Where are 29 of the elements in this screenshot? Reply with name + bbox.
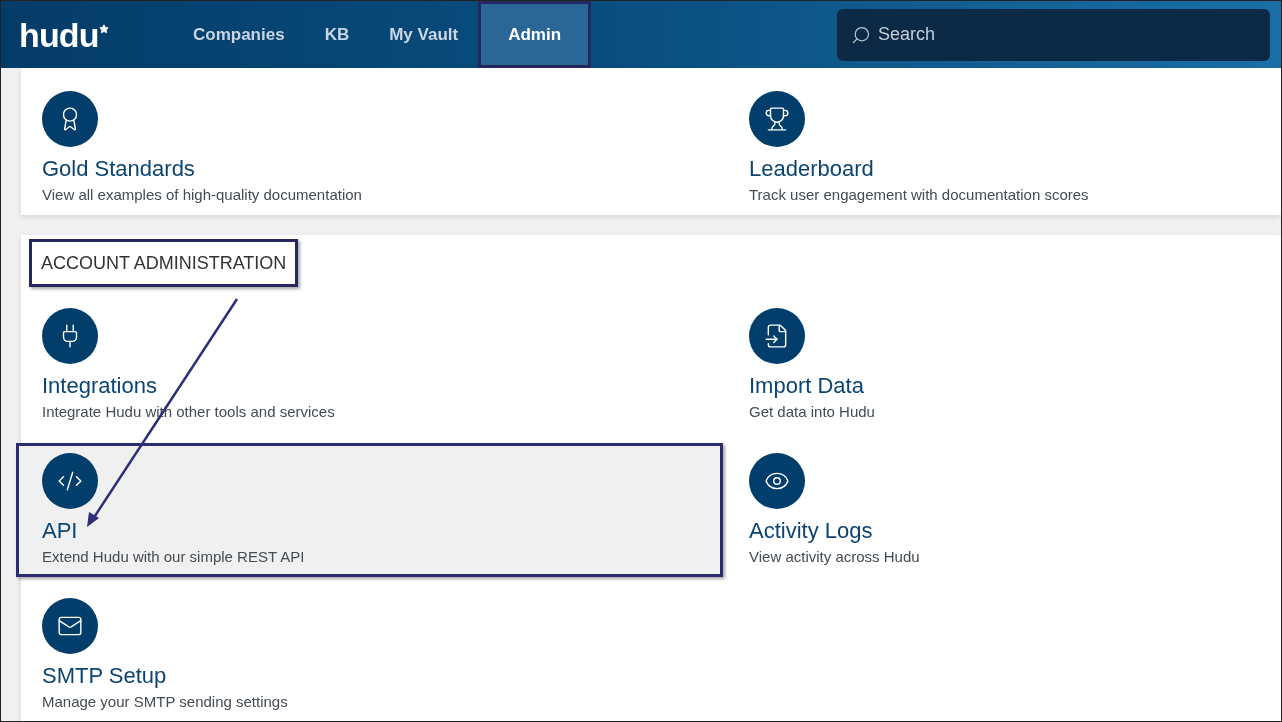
section-heading: ACCOUNT ADMINISTRATION: [29, 239, 299, 287]
logo[interactable]: hudu: [19, 17, 99, 52]
item-title: Import Data: [749, 372, 864, 400]
item-description: Get data into Hudu: [749, 402, 875, 422]
item-description: View all examples of high-quality documentation: [42, 185, 362, 205]
nav-tab[interactable]: Companies: [173, 1, 305, 68]
admin-item[interactable]: Gold Standards View all examples of high-quality documentation: [16, 81, 723, 215]
item-title: Activity Logs: [749, 517, 873, 545]
highlighted-admin-item[interactable]: API Extend Hudu with our simple REST API: [16, 443, 723, 577]
item-title: Leaderboard: [749, 155, 874, 183]
item-title: SMTP Setup: [42, 662, 167, 690]
search-field[interactable]: Search: [837, 8, 1270, 61]
admin-item[interactable]: Leaderboard Track user engagement with documentation scores: [723, 81, 1281, 215]
item-description: View activity across Hudu: [749, 547, 920, 567]
search-icon: [851, 24, 871, 45]
admin-item[interactable]: Activity Logs View activity across Hudu: [723, 443, 1281, 577]
star-icon: [98, 23, 109, 34]
item-description: Track user engagement with documentation scores: [749, 185, 1089, 205]
item-description: Extend Hudu with our simple REST API: [42, 547, 305, 567]
item-title: Gold Standards: [42, 155, 195, 183]
admin-item[interactable]: Import Data Get data into Hudu: [723, 298, 1281, 432]
item-title: API: [42, 517, 78, 545]
admin-item[interactable]: SMTP Setup Manage your SMTP sending settings: [16, 588, 723, 721]
item-title: Integrations: [42, 372, 157, 400]
nav-tab[interactable]: My Vault: [369, 1, 479, 68]
nav-tab[interactable]: Admin: [478, 1, 592, 68]
item-description: Manage your SMTP sending settings: [42, 692, 288, 712]
trophy-icon: [764, 106, 790, 132]
nav-tab[interactable]: KB: [304, 1, 370, 68]
